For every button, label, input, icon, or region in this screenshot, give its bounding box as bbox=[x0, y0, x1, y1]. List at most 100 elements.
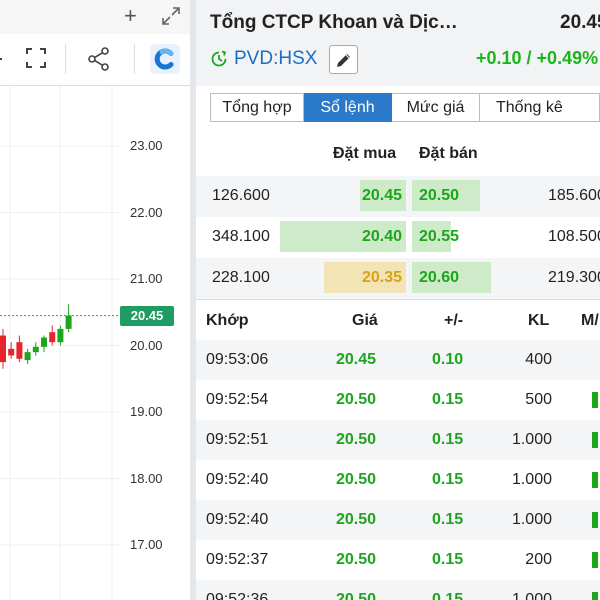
match-side-marker bbox=[592, 592, 598, 600]
quote-panel: Tổng CTCP Khoan và Dịc… 20.45 PVD:HSX +0… bbox=[196, 0, 600, 600]
col-volume: KL bbox=[528, 312, 550, 329]
share-icon[interactable] bbox=[86, 46, 112, 72]
chevron-icon[interactable] bbox=[0, 48, 18, 74]
sell-price[interactable]: 20.60 bbox=[419, 269, 459, 287]
sell-price[interactable]: 20.50 bbox=[419, 187, 459, 205]
match-volume: 400 bbox=[525, 351, 552, 368]
toolbar-divider bbox=[65, 44, 66, 74]
edit-button[interactable] bbox=[329, 45, 358, 74]
candle-up bbox=[32, 346, 39, 353]
match-table-header: Khớp Giá +/- KL M/ bbox=[196, 299, 600, 340]
price-axis-label: 18.00 bbox=[130, 470, 163, 486]
match-row: 09:52:51 20.50 0.15 1.000 bbox=[196, 420, 600, 460]
match-time: 09:52:40 bbox=[206, 511, 269, 528]
match-side-marker bbox=[592, 432, 598, 448]
match-row: 09:52:54 20.50 0.15 500 bbox=[196, 380, 600, 420]
match-volume: 1.000 bbox=[511, 431, 552, 448]
match-side-marker bbox=[592, 552, 598, 568]
match-change: 0.15 bbox=[432, 551, 464, 568]
chart-pane: + 23.00 22.00 21.00 20.00 19.00 18.00 17… bbox=[0, 0, 192, 600]
company-name: Tổng CTCP Khoan và Dịc… bbox=[210, 12, 458, 33]
match-volume: 200 bbox=[525, 551, 552, 568]
candle-up bbox=[41, 337, 47, 347]
buy-header: Đặt mua bbox=[333, 145, 397, 162]
price-axis-label: 21.00 bbox=[130, 271, 163, 286]
match-side-marker bbox=[592, 392, 598, 408]
col-time: Khớp bbox=[206, 312, 249, 329]
price-axis-label: 22.00 bbox=[130, 204, 163, 220]
match-change: 0.15 bbox=[432, 511, 464, 528]
col-side: M/ bbox=[581, 312, 599, 329]
buy-price[interactable]: 20.40 bbox=[354, 228, 402, 246]
price-axis-label: 20.00 bbox=[130, 337, 163, 353]
sell-header: Đặt bán bbox=[419, 145, 478, 162]
match-volume: 1.000 bbox=[511, 591, 552, 600]
sell-volume: 219.300 bbox=[548, 269, 600, 286]
price-chart[interactable]: 23.00 22.00 21.00 20.00 19.00 18.00 17.00 20.4… bbox=[0, 86, 192, 600]
tab-price-levels[interactable]: Mức giá bbox=[392, 93, 480, 122]
candle-up bbox=[24, 352, 31, 361]
match-price: 20.50 bbox=[336, 431, 377, 448]
match-price: 20.50 bbox=[336, 471, 377, 488]
order-book-row[interactable]: 348.100 20.40 20.55 108.500 bbox=[196, 217, 600, 258]
match-price: 20.50 bbox=[336, 591, 377, 600]
tab-order-book[interactable]: Sổ lệnh bbox=[304, 93, 392, 122]
match-change: 0.15 bbox=[432, 391, 464, 408]
price-axis-label: 19.00 bbox=[130, 404, 163, 419]
order-book-row[interactable]: 126.600 20.45 20.50 185.600 bbox=[196, 176, 600, 217]
match-price: 20.45 bbox=[336, 351, 377, 368]
price-axis-label: 17.00 bbox=[130, 537, 163, 552]
chart-canvas[interactable] bbox=[0, 86, 192, 600]
match-change: 0.15 bbox=[432, 471, 464, 488]
order-book-row[interactable]: 228.100 20.35 20.60 219.300 bbox=[196, 258, 600, 299]
match-time: 09:52:54 bbox=[206, 391, 269, 408]
match-time: 09:53:06 bbox=[206, 351, 269, 368]
match-side-marker bbox=[592, 512, 598, 528]
col-change: +/- bbox=[444, 312, 464, 329]
candle-up bbox=[65, 315, 72, 329]
match-price: 20.50 bbox=[336, 551, 377, 568]
add-icon[interactable]: + bbox=[124, 4, 137, 28]
toolbar-divider bbox=[134, 44, 135, 74]
tab-summary[interactable]: Tổng hợp bbox=[210, 93, 304, 122]
match-change: 0.10 bbox=[432, 351, 464, 368]
candle-down bbox=[0, 335, 6, 363]
match-change: 0.15 bbox=[432, 431, 464, 448]
chart-topbar: + bbox=[0, 0, 192, 34]
fullscreen-icon[interactable] bbox=[24, 46, 50, 72]
match-volume: 500 bbox=[525, 391, 552, 408]
match-time: 09:52:40 bbox=[206, 471, 269, 488]
match-row: 09:52:40 20.50 0.15 1.000 bbox=[196, 500, 600, 540]
app-root: + 23.00 22.00 21.00 20.00 19.00 18.00 17… bbox=[0, 0, 600, 600]
sell-volume: 185.600 bbox=[548, 187, 600, 204]
last-price-tag: 20.45 bbox=[120, 305, 174, 326]
match-price: 20.50 bbox=[336, 391, 377, 408]
candle-up bbox=[57, 328, 64, 343]
clock-icon bbox=[210, 50, 228, 68]
match-volume: 1.000 bbox=[511, 511, 552, 528]
match-row: 09:52:36 20.50 0.15 1.000 bbox=[196, 580, 600, 600]
sell-volume: 108.500 bbox=[548, 228, 600, 245]
candle-down bbox=[8, 348, 15, 356]
ticker-symbol[interactable]: PVD:HSX bbox=[234, 48, 317, 70]
buy-price[interactable]: 20.35 bbox=[354, 269, 402, 287]
buy-volume: 126.600 bbox=[212, 187, 270, 204]
brand-logo-icon[interactable] bbox=[150, 44, 180, 74]
match-side-marker bbox=[592, 472, 598, 488]
match-row: 09:53:06 20.45 0.10 400 bbox=[196, 340, 600, 380]
col-price: Giá bbox=[352, 312, 378, 329]
tab-statistics[interactable]: Thống kê bbox=[480, 93, 600, 122]
match-time: 09:52:36 bbox=[206, 591, 269, 600]
buy-price[interactable]: 20.45 bbox=[354, 187, 402, 205]
expand-icon[interactable] bbox=[160, 5, 182, 32]
price-axis-label: 23.00 bbox=[130, 138, 163, 153]
match-row: 09:52:40 20.50 0.15 1.000 bbox=[196, 460, 600, 500]
quote-header: Tổng CTCP Khoan và Dịc… 20.45 PVD:HSX +0… bbox=[196, 0, 600, 86]
sell-price[interactable]: 20.55 bbox=[419, 228, 459, 246]
chart-toolbar bbox=[0, 34, 192, 86]
match-time: 09:52:51 bbox=[206, 431, 269, 448]
match-row: 09:52:37 20.50 0.15 200 bbox=[196, 540, 600, 580]
match-time: 09:52:37 bbox=[206, 551, 269, 568]
buy-volume: 348.100 bbox=[212, 228, 270, 245]
panel-tabs: Tổng hợp Sổ lệnh Mức giá Thống kê bbox=[210, 93, 600, 122]
